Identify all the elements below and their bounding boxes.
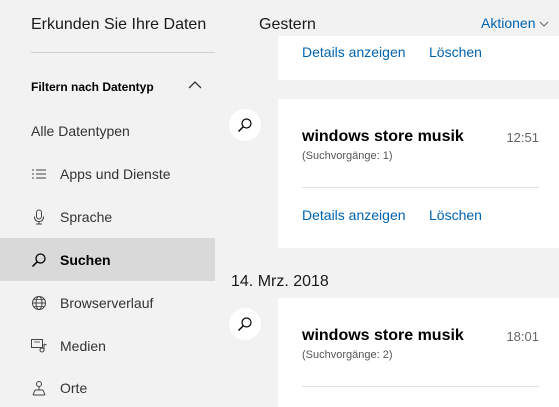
sidebar-title: Erkunden Sie Ihre Daten bbox=[31, 16, 207, 33]
activity-subtitle: (Suchvorgänge: 1) bbox=[302, 150, 393, 162]
sidebar-divider bbox=[31, 52, 243, 53]
sidebar-item-label: Apps und Dienste bbox=[60, 165, 171, 182]
search-icon bbox=[31, 252, 47, 268]
chevron-down-icon bbox=[540, 21, 549, 28]
sidebar-item-speech[interactable]: Sprache bbox=[0, 195, 215, 238]
activity-title: windows store musik bbox=[302, 327, 464, 344]
search-icon bbox=[229, 308, 261, 340]
activity-card[interactable]: windows store musik 18:01 (Suchvorgänge:… bbox=[278, 298, 559, 407]
sidebar-item-places[interactable]: Orte bbox=[0, 366, 215, 407]
sidebar-item-apps-services[interactable]: Apps und Dienste bbox=[0, 152, 215, 195]
sidebar-item-label: Suchen bbox=[60, 251, 111, 268]
activity-title: windows store musik bbox=[302, 128, 464, 145]
filter-heading: Filtern nach Datentyp bbox=[31, 80, 154, 94]
sidebar: Erkunden Sie Ihre Daten Filtern nach Dat… bbox=[0, 0, 243, 407]
card-divider bbox=[302, 386, 539, 387]
activity-time: 12:51 bbox=[506, 130, 539, 145]
date-heading: 14. Mrz. 2018 bbox=[231, 273, 329, 290]
sidebar-item-search[interactable]: Suchen bbox=[0, 238, 215, 281]
sidebar-item-label: Orte bbox=[60, 379, 88, 396]
actions-label: Aktionen bbox=[481, 15, 536, 31]
search-icon bbox=[229, 109, 261, 141]
actions-menu-button[interactable]: Aktionen bbox=[481, 15, 549, 31]
media-icon bbox=[31, 338, 47, 354]
sidebar-item-label: Browserverlauf bbox=[60, 294, 154, 311]
activity-subtitle: (Suchvorgänge: 2) bbox=[302, 349, 393, 361]
list-icon bbox=[31, 166, 47, 182]
sidebar-item-label: Alle Datentypen bbox=[31, 122, 130, 139]
location-icon bbox=[31, 380, 47, 396]
card-divider bbox=[302, 187, 539, 188]
sidebar-item-label: Medien bbox=[60, 337, 106, 354]
sidebar-item-browser-history[interactable]: Browserverlauf bbox=[0, 281, 215, 324]
sidebar-item-media[interactable]: Medien bbox=[0, 324, 215, 367]
sidebar-item-label: Sprache bbox=[60, 208, 113, 225]
details-button[interactable]: Details anzeigen bbox=[302, 207, 406, 223]
delete-button[interactable]: Löschen bbox=[429, 44, 482, 60]
activity-card: Details anzeigen Löschen bbox=[278, 36, 559, 80]
date-heading-yesterday: Gestern bbox=[259, 16, 316, 33]
activity-time: 18:01 bbox=[506, 329, 539, 344]
sidebar-item-all-types[interactable]: Alle Datentypen bbox=[0, 109, 215, 152]
activity-card[interactable]: windows store musik 12:51 (Suchvorgänge:… bbox=[278, 99, 559, 248]
microphone-icon bbox=[31, 209, 47, 225]
activity-list: Gestern Aktionen Details anzeigen Lösche… bbox=[215, 0, 559, 407]
globe-icon bbox=[31, 295, 47, 311]
details-button[interactable]: Details anzeigen bbox=[302, 44, 406, 60]
chevron-up-icon[interactable] bbox=[186, 76, 204, 94]
delete-button[interactable]: Löschen bbox=[429, 207, 482, 223]
